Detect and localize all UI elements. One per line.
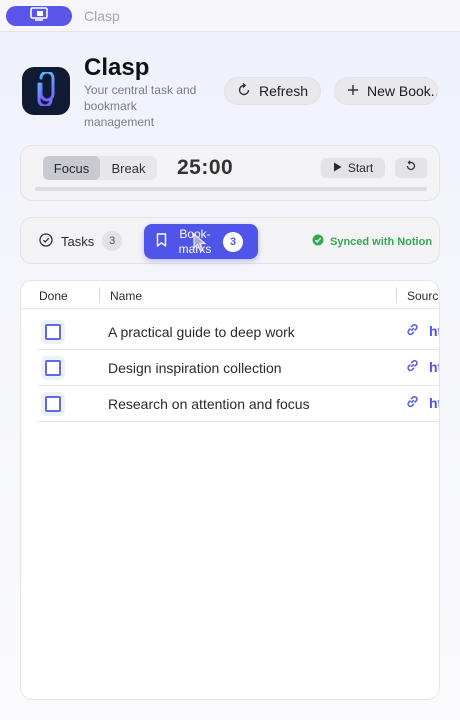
monitor-icon (30, 6, 48, 26)
reset-icon (405, 159, 417, 177)
source-url: ht (429, 323, 439, 339)
clasp-logo-icon (31, 70, 61, 111)
new-bookmark-button[interactable]: New Book... (334, 77, 438, 105)
column-divider[interactable] (396, 287, 397, 303)
timer-mode-segmented-control: Focus Break (43, 156, 157, 180)
bookmark-icon (156, 233, 167, 250)
link-icon (405, 394, 420, 412)
focus-mode-tab[interactable]: Focus (43, 156, 100, 180)
done-checkbox[interactable] (41, 320, 65, 344)
app-tab-pill[interactable] (6, 6, 72, 26)
check-circle-icon (39, 232, 53, 250)
source-link[interactable]: ht (405, 322, 439, 340)
plus-icon (347, 83, 359, 99)
column-divider[interactable] (99, 287, 100, 303)
refresh-icon (237, 82, 251, 100)
tab-tasks[interactable]: Tasks 3 (31, 228, 130, 254)
timer-display: 25:00 (177, 156, 234, 179)
bookmark-name[interactable]: A practical guide to deep work (108, 324, 295, 340)
check-circle-filled-icon (312, 234, 324, 249)
table-row[interactable]: Design inspiration collection ht (37, 350, 439, 386)
sync-status: Synced with Notion (312, 234, 432, 249)
column-header-name[interactable]: Name (110, 289, 142, 303)
column-header-source[interactable]: Source (407, 289, 439, 303)
table-header: Done Name Source (21, 281, 439, 309)
window-title: Clasp (84, 8, 120, 24)
start-button[interactable]: Start (321, 158, 385, 178)
source-url: ht (429, 395, 439, 411)
top-bar: Clasp (0, 0, 460, 32)
source-link[interactable]: ht (405, 394, 439, 412)
link-icon (405, 358, 420, 376)
bookmark-name[interactable]: Design inspiration collection (108, 360, 282, 376)
new-bookmark-label: New Book... (367, 83, 438, 99)
play-icon (333, 161, 342, 175)
start-label: Start (347, 161, 374, 175)
bookmark-name[interactable]: Research on attention and focus (108, 396, 310, 412)
done-checkbox[interactable] (41, 392, 65, 416)
sync-status-label: Synced with Notion (330, 235, 433, 248)
mouse-cursor-icon (193, 232, 209, 258)
focus-timer-panel: Focus Break 25:00 Start (20, 145, 440, 201)
tasks-count-badge: 3 (102, 231, 123, 251)
tab-tasks-label: Tasks (61, 233, 95, 249)
table-row[interactable]: Research on attention and focus ht (37, 386, 439, 422)
source-url: ht (429, 359, 439, 375)
reset-timer-button[interactable] (395, 158, 427, 178)
refresh-label: Refresh (259, 83, 309, 99)
table-row[interactable]: A practical guide to deep work ht (37, 314, 439, 350)
bookmarks-count-badge: 3 (223, 231, 243, 252)
break-mode-tab[interactable]: Break (100, 156, 157, 180)
app-name: Clasp (84, 54, 150, 81)
refresh-button[interactable]: Refresh (224, 77, 321, 105)
bookmarks-table: Done Name Source A practical guide to de… (20, 280, 440, 700)
timer-progress-bar (35, 187, 427, 191)
app-logo (22, 67, 70, 115)
column-header-done[interactable]: Done (39, 289, 68, 303)
done-checkbox[interactable] (41, 356, 65, 380)
link-icon (405, 322, 420, 340)
app-description: Your central task and bookmark managemen… (84, 83, 197, 129)
source-link[interactable]: ht (405, 358, 439, 376)
